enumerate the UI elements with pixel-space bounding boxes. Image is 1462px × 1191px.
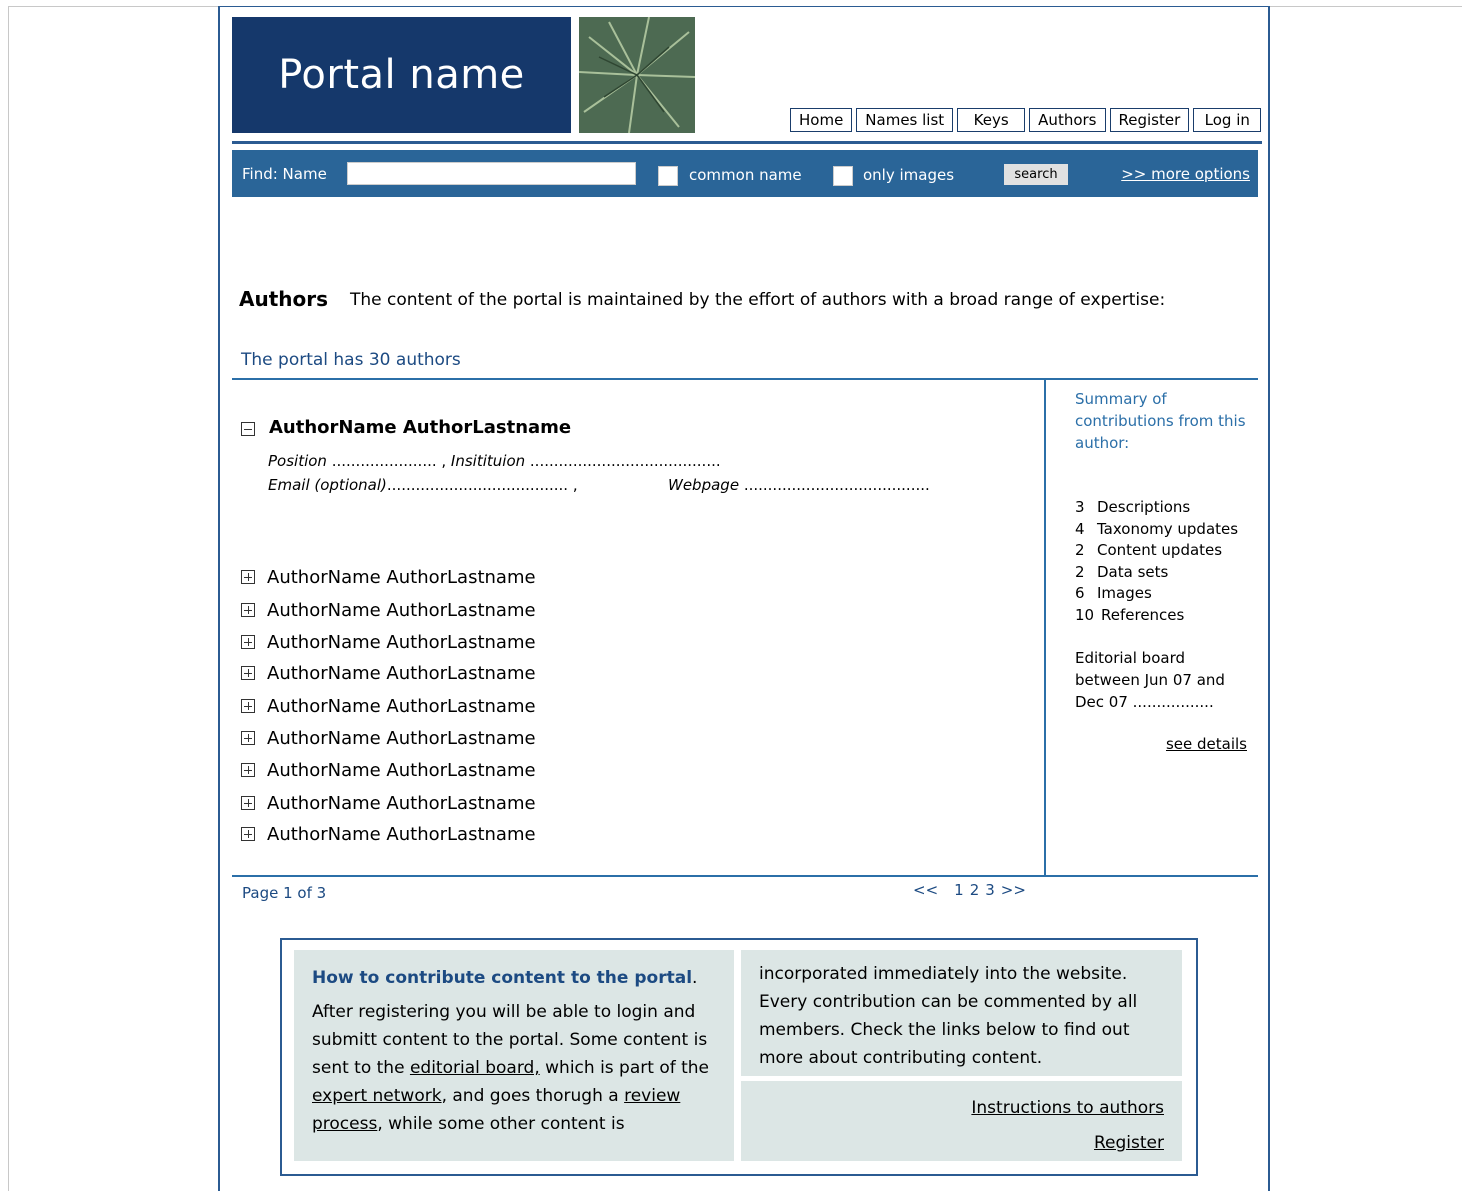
stat-references: 10 References: [1075, 605, 1185, 624]
stat-images: 6 Images: [1075, 584, 1152, 602]
name-search-input[interactable]: [347, 162, 636, 185]
header-divider: [232, 141, 1262, 144]
stat-taxonomy-updates: 4 Taxonomy updates: [1075, 519, 1239, 538]
stat-content-updates: 2 Content updates: [1075, 541, 1223, 559]
author-webpage-line: Webpage ................................…: [668, 476, 930, 494]
institution-label: Insitituion: [446, 452, 526, 470]
pagination: << 1 2 3 >>: [913, 881, 1026, 899]
author-name: AuthorName AuthorLastname: [267, 759, 536, 781]
sidebar-divider: [1044, 379, 1046, 877]
portal-name: Portal name: [278, 52, 525, 98]
stat-data-sets: 2 Data sets: [1075, 562, 1169, 581]
expert-network-link[interactable]: expert network: [312, 1086, 442, 1106]
see-details-link[interactable]: see details: [1166, 735, 1247, 753]
contribute-text-3: , and goes thorugh a: [441, 1086, 625, 1106]
author-position-line: Position ...................... , Insiti…: [268, 452, 721, 470]
author-row[interactable]: AuthorName AuthorLastname: [241, 822, 536, 846]
register-link[interactable]: Register: [1094, 1133, 1164, 1153]
author-row[interactable]: AuthorName AuthorLastname: [241, 630, 536, 654]
expand-plus-icon[interactable]: [241, 827, 255, 841]
next-page-link[interactable]: >>: [1001, 881, 1026, 899]
author-row[interactable]: AuthorName AuthorLastname: [241, 598, 536, 622]
email-value: ...................................... ,: [386, 476, 578, 494]
author-row[interactable]: AuthorName AuthorLastname: [241, 726, 536, 750]
author-name: AuthorName AuthorLastname: [267, 727, 536, 749]
author-email-line: Email (optional)........................…: [268, 476, 578, 494]
expand-plus-icon[interactable]: [241, 699, 255, 713]
author-row[interactable]: AuthorName AuthorLastname: [241, 758, 536, 782]
author-name: AuthorName AuthorLastname: [267, 695, 536, 717]
author-count: The portal has 30 authors: [241, 350, 461, 370]
instructions-to-authors-link[interactable]: Instructions to authors: [971, 1098, 1164, 1118]
collapse-minus-icon[interactable]: [241, 422, 255, 436]
author-row[interactable]: AuthorName AuthorLastname: [241, 565, 536, 589]
authors-description: The content of the portal is maintained …: [350, 290, 1166, 310]
webpage-value: .......................................: [739, 476, 930, 494]
header-plant-photo: [579, 17, 695, 133]
search-bar: Find: Name common name only images searc…: [232, 150, 1258, 197]
page-link-1[interactable]: 1: [954, 881, 964, 899]
only-images-label: only images: [863, 166, 955, 184]
common-name-checkbox[interactable]: [658, 166, 678, 186]
main-nav: Home Names list Keys Authors Register Lo…: [790, 108, 1262, 132]
find-label: Find: Name: [242, 165, 327, 183]
contribute-text: After registering you will be able to lo…: [312, 998, 716, 1138]
more-options-link[interactable]: >> more options: [1121, 165, 1250, 183]
contribute-title-period: .: [692, 968, 698, 988]
nav-log-in[interactable]: Log in: [1193, 108, 1262, 132]
author-row[interactable]: AuthorName AuthorLastname: [241, 694, 536, 718]
author-name: AuthorName AuthorLastname: [267, 823, 536, 845]
page-link-3[interactable]: 3: [985, 881, 995, 899]
expanded-author-name[interactable]: AuthorName AuthorLastname: [269, 417, 571, 438]
page-info: Page 1 of 3: [242, 884, 327, 902]
nav-home[interactable]: Home: [790, 108, 853, 132]
nav-names-list[interactable]: Names list: [856, 108, 954, 132]
contribute-text-4: , while some other content is: [377, 1114, 625, 1134]
author-name: AuthorName AuthorLastname: [267, 792, 536, 814]
common-name-label: common name: [689, 166, 802, 184]
expand-plus-icon[interactable]: [241, 796, 255, 810]
expand-plus-icon[interactable]: [241, 763, 255, 777]
author-name: AuthorName AuthorLastname: [267, 631, 536, 653]
author-row[interactable]: AuthorName AuthorLastname: [241, 791, 536, 815]
author-name: AuthorName AuthorLastname: [267, 662, 536, 684]
author-name: AuthorName AuthorLastname: [267, 566, 536, 588]
editorial-board-note: Editorial board between Jun 07 and Dec 0…: [1075, 649, 1225, 711]
contribute-continued-text: incorporated immediately into the websit…: [759, 964, 1138, 1068]
contribute-box: How to contribute content to the portal.…: [280, 938, 1198, 1176]
contribute-right-panel: incorporated immediately into the websit…: [741, 950, 1182, 1076]
position-value: ...................... ,: [326, 452, 447, 470]
only-images-checkbox[interactable]: [833, 166, 853, 186]
contribution-stats: 3 Descriptions 4 Taxonomy updates 2 Content…: [1075, 497, 1238, 626]
author-row[interactable]: AuthorName AuthorLastname: [241, 661, 536, 685]
expand-plus-icon[interactable]: [241, 603, 255, 617]
stat-descriptions: 3 Descriptions: [1075, 498, 1191, 516]
author-name: AuthorName AuthorLastname: [267, 599, 536, 621]
expand-plus-icon[interactable]: [241, 570, 255, 584]
expand-plus-icon[interactable]: [241, 731, 255, 745]
nav-keys[interactable]: Keys: [957, 108, 1026, 132]
page-link-2[interactable]: 2: [970, 881, 980, 899]
webpage-label: Webpage: [668, 476, 740, 494]
nav-register[interactable]: Register: [1109, 108, 1190, 132]
list-top-divider: [232, 378, 1258, 380]
expand-plus-icon[interactable]: [241, 666, 255, 680]
editorial-board-link[interactable]: editorial board,: [410, 1058, 540, 1078]
contribute-title-line: How to contribute content to the portal.: [312, 964, 716, 992]
summary-title: Summary of contributions from this autho…: [1075, 390, 1246, 452]
contribute-title: How to contribute content to the portal: [312, 968, 693, 988]
position-label: Position: [268, 452, 327, 470]
page-title: Authors: [239, 287, 329, 311]
prev-page-link[interactable]: <<: [913, 881, 938, 899]
search-button[interactable]: search: [1004, 164, 1068, 185]
portal-logo[interactable]: Portal name: [232, 17, 571, 133]
nav-authors[interactable]: Authors: [1029, 108, 1106, 132]
list-bottom-divider: [232, 875, 1258, 877]
expand-plus-icon[interactable]: [241, 635, 255, 649]
contribute-left-panel: How to contribute content to the portal.…: [294, 950, 734, 1161]
contribute-text-2: which is part of the: [539, 1058, 710, 1078]
institution-value: ........................................: [525, 452, 721, 470]
contribute-links-panel: Instructions to authors Register: [741, 1081, 1182, 1161]
email-label: Email (optional): [268, 476, 387, 494]
